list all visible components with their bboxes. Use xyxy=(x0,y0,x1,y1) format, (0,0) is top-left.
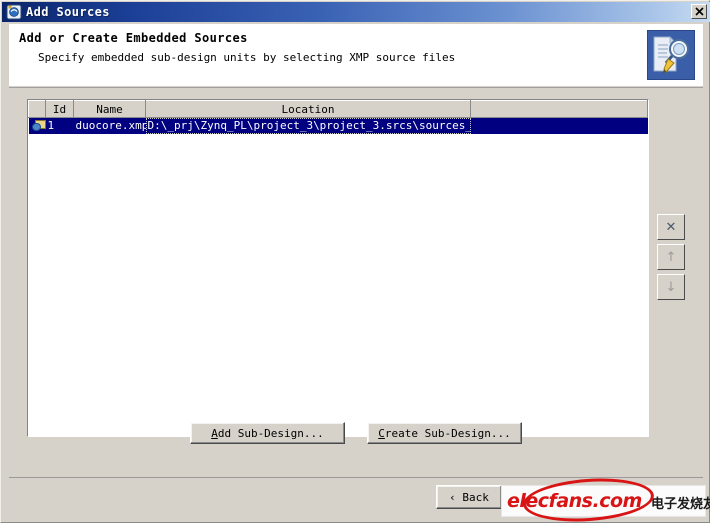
back-button[interactable]: ‹ Back xyxy=(436,485,502,509)
row-location: D:\_prj\Zynq_PL\project_3\project_3.srcs… xyxy=(145,117,471,134)
wizard-footer: ‹ Back Next › Finish Cancel xyxy=(9,485,703,515)
embedded-source-icon xyxy=(31,120,46,132)
column-header-icon[interactable] xyxy=(28,100,46,118)
column-header-filler xyxy=(470,100,648,118)
sources-table: Id Name Location 1 duocore.xmp D:\_prj\Z… xyxy=(28,100,648,134)
create-sub-design-accel: C xyxy=(378,426,385,440)
finish-button[interactable]: Finish xyxy=(566,485,632,509)
header-title: Add or Create Embedded Sources xyxy=(19,31,248,45)
create-sub-design-button[interactable]: Create Sub-Design... xyxy=(367,422,522,444)
dialog-body: Id Name Location 1 duocore.xmp D:\_prj\Z… xyxy=(9,89,703,467)
next-button[interactable]: Next › xyxy=(501,485,567,509)
finish-label: Finish xyxy=(579,490,619,504)
next-accel: N xyxy=(514,490,521,504)
table-header-row: Id Name Location xyxy=(28,100,648,118)
header-subtitle: Specify embedded sub-design units by sel… xyxy=(38,51,456,64)
add-sub-design-accel: A xyxy=(211,426,218,440)
sources-list-panel: Id Name Location 1 duocore.xmp D:\_prj\Z… xyxy=(27,99,649,437)
row-id: 1 xyxy=(45,117,74,134)
table-row[interactable]: 1 duocore.xmp D:\_prj\Zynq_PL\project_3\… xyxy=(28,117,648,134)
window-title: Add Sources xyxy=(26,5,110,19)
title-bar: Add Sources xyxy=(2,2,710,22)
add-sub-design-label: dd Sub-Design... xyxy=(217,426,324,440)
remove-source-button[interactable]: ✕ xyxy=(657,214,685,240)
move-down-button[interactable]: ↓ xyxy=(657,274,685,300)
footer-divider xyxy=(9,477,703,478)
row-name: duocore.xmp xyxy=(73,117,146,134)
dialog-window: Add Sources Add or Create Embedded Sourc… xyxy=(0,0,710,523)
arrow-down-icon: ↓ xyxy=(665,279,677,295)
arrow-up-icon: ↑ xyxy=(665,249,677,265)
create-sub-design-label: reate Sub-Design... xyxy=(384,426,511,440)
row-filler xyxy=(470,117,648,134)
x-icon: ✕ xyxy=(665,219,677,235)
close-button[interactable] xyxy=(691,4,707,19)
list-tool-buttons: ✕ ↑ ↓ xyxy=(657,214,687,304)
row-icon-cell xyxy=(28,117,46,134)
vivado-app-icon xyxy=(6,4,22,20)
back-label: ‹ Back xyxy=(449,490,489,504)
header-divider xyxy=(9,87,703,88)
dialog-header: Add or Create Embedded Sources Specify e… xyxy=(9,24,703,86)
column-header-name[interactable]: Name xyxy=(73,100,146,118)
close-icon xyxy=(694,7,704,16)
cancel-button[interactable]: Cancel xyxy=(631,485,697,509)
move-up-button[interactable]: ↑ xyxy=(657,244,685,270)
add-sources-dialog-screenshot: Add Sources Add or Create Embedded Sourc… xyxy=(0,0,710,523)
document-search-pencil-icon xyxy=(647,30,695,80)
cancel-label: Cancel xyxy=(644,490,684,504)
add-sub-design-button[interactable]: Add Sub-Design... xyxy=(190,422,345,444)
column-header-location[interactable]: Location xyxy=(145,100,471,118)
sub-design-buttons: Add Sub-Design... Create Sub-Design... xyxy=(9,422,703,444)
column-header-id[interactable]: Id xyxy=(45,100,74,118)
next-label: ext › xyxy=(520,490,554,504)
